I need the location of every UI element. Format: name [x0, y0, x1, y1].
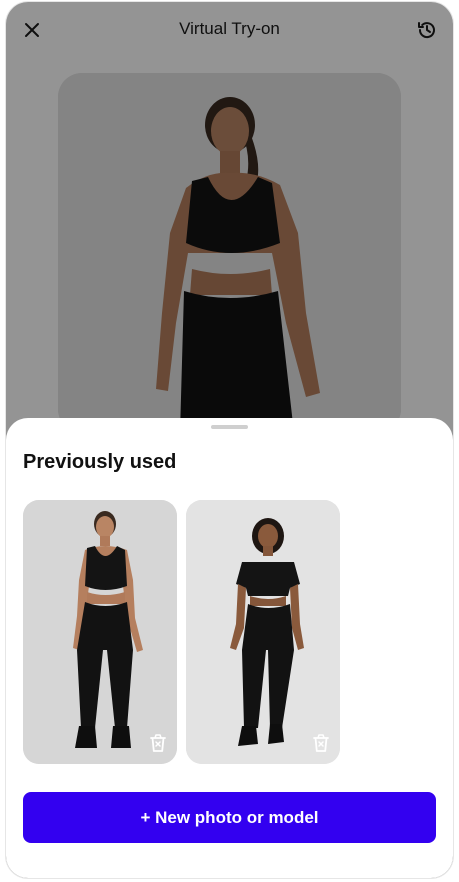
model-photo	[23, 500, 177, 764]
bottom-sheet: Previously used + New photo or model	[6, 418, 453, 878]
section-title: Previously used	[23, 451, 177, 473]
new-photo-or-model-button[interactable]: + New photo or model	[23, 792, 436, 843]
previous-model-card[interactable]	[186, 500, 340, 764]
trash-icon[interactable]	[310, 732, 332, 754]
previous-model-card[interactable]	[23, 500, 177, 764]
phone-frame: Virtual Try-on Previously used + New pho…	[6, 2, 453, 878]
trash-icon[interactable]	[147, 732, 169, 754]
previous-models-list	[23, 500, 340, 764]
sheet-drag-handle[interactable]	[211, 425, 248, 429]
model-photo	[186, 500, 340, 764]
